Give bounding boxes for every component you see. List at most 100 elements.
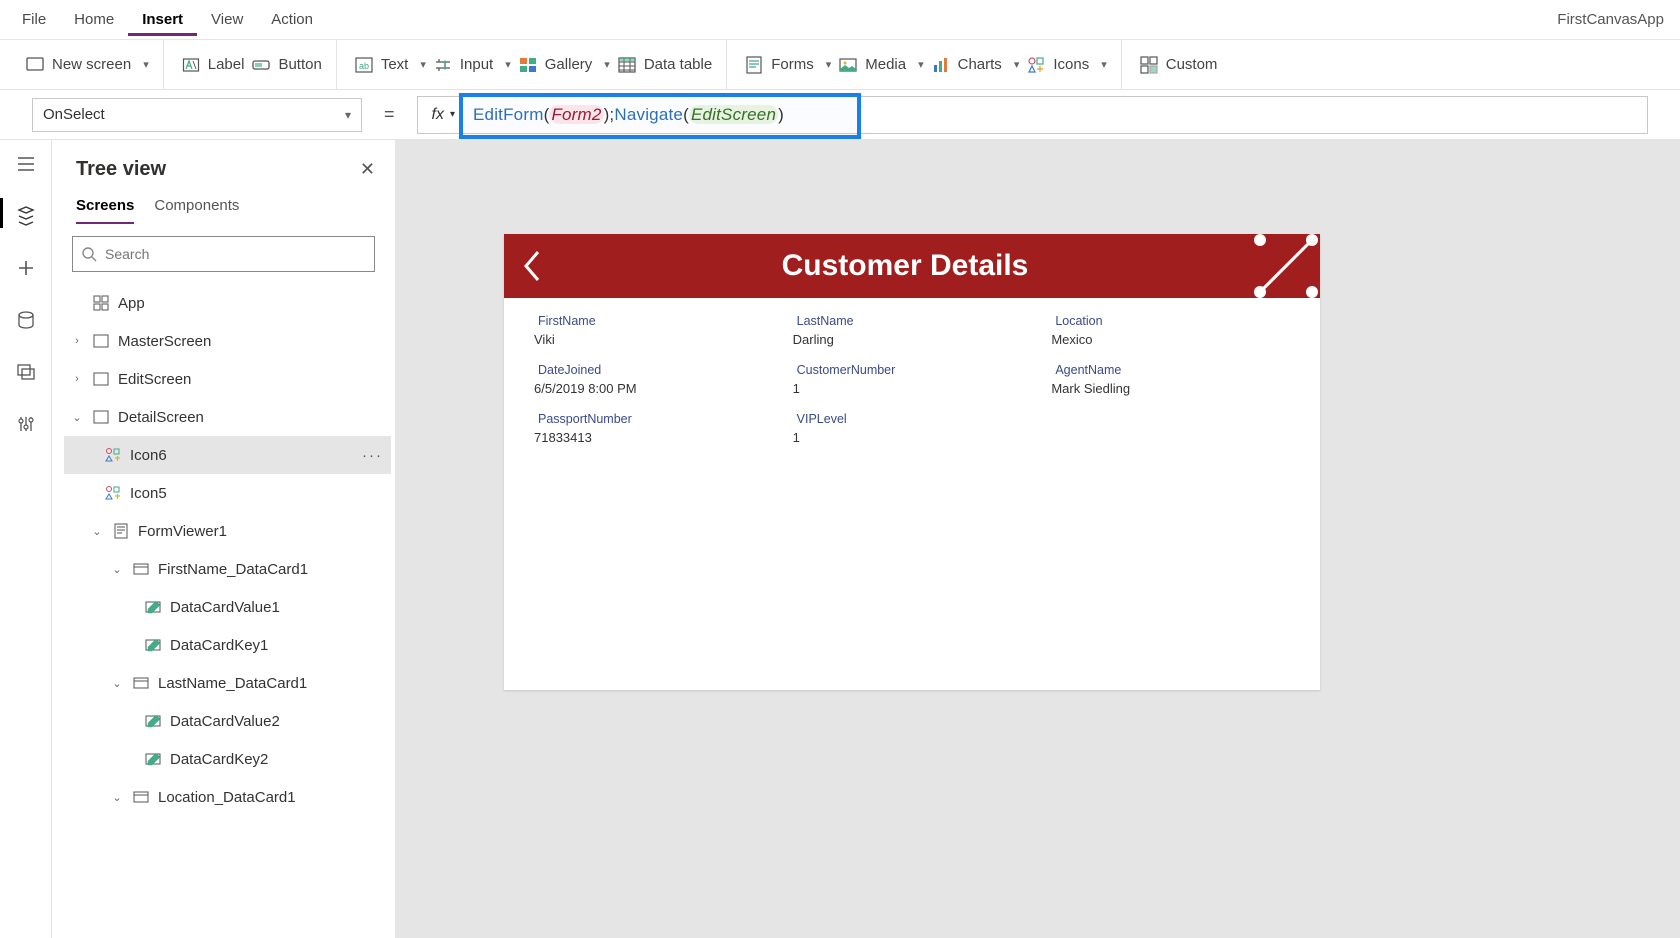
collapse-icon[interactable]: ⌄ bbox=[110, 677, 124, 690]
tree-view-icon[interactable] bbox=[14, 204, 38, 228]
control-icon bbox=[104, 446, 122, 464]
svg-text:ab: ab bbox=[359, 61, 369, 71]
tree-firstname-card[interactable]: ⌄ FirstName_DataCard1 bbox=[64, 550, 391, 588]
property-name: OnSelect bbox=[43, 106, 105, 123]
tree-detail-label: DetailScreen bbox=[118, 409, 204, 426]
collapse-icon[interactable]: ⌄ bbox=[110, 791, 124, 804]
charts-icon bbox=[932, 56, 950, 74]
card-icon bbox=[132, 674, 150, 692]
tree: App › MasterScreen › EditScreen ⌄ Detail… bbox=[52, 284, 395, 938]
app-title: FirstCanvasApp bbox=[1557, 11, 1672, 28]
tree-detailscreen[interactable]: ⌄ DetailScreen bbox=[64, 398, 391, 436]
ribbon-icons[interactable]: Icons ▾ bbox=[1027, 56, 1106, 74]
menu-bar: File Home Insert View Action FirstCanvas… bbox=[0, 0, 1680, 40]
collapse-icon[interactable]: ⌄ bbox=[90, 525, 104, 538]
tree-master-label: MasterScreen bbox=[118, 333, 211, 350]
tree-masterscreen[interactable]: › MasterScreen bbox=[64, 322, 391, 360]
tab-components[interactable]: Components bbox=[154, 191, 239, 224]
tree-dck1[interactable]: DataCardKey1 bbox=[64, 626, 391, 664]
advanced-icon[interactable] bbox=[14, 412, 38, 436]
field-lastname: LastName Darling bbox=[793, 310, 1032, 355]
selection-handles[interactable] bbox=[1256, 236, 1316, 296]
screen-detailscreen[interactable]: Customer Details FirstName Viki LastName bbox=[504, 234, 1320, 690]
header-title: Customer Details bbox=[560, 249, 1250, 283]
value-icon bbox=[144, 712, 162, 730]
field-label: PassportNumber bbox=[534, 408, 773, 428]
tree-formviewer[interactable]: ⌄ FormViewer1 bbox=[64, 512, 391, 550]
tree-dck1-label: DataCardKey1 bbox=[170, 637, 268, 654]
custom-icon bbox=[1140, 56, 1158, 74]
screen-icon bbox=[26, 56, 44, 74]
field-value: Viki bbox=[534, 330, 773, 355]
search-box[interactable] bbox=[72, 236, 375, 272]
chevron-down-icon: ▾ bbox=[604, 58, 610, 71]
ribbon-custom[interactable]: Custom bbox=[1140, 56, 1218, 74]
chevron-down-icon: ▾ bbox=[345, 108, 351, 122]
media-rail-icon[interactable] bbox=[14, 360, 38, 384]
ribbon-datatable[interactable]: Data table bbox=[618, 56, 712, 74]
expand-icon[interactable]: › bbox=[70, 373, 84, 385]
ribbon-gallery[interactable]: Gallery ▾ bbox=[519, 56, 610, 74]
ribbon-charts[interactable]: Charts ▾ bbox=[932, 56, 1020, 74]
label-icon bbox=[182, 56, 200, 74]
field-value: 6/5/2019 8:00 PM bbox=[534, 379, 773, 404]
field-customernumber: CustomerNumber 1 bbox=[793, 359, 1032, 404]
search-input[interactable] bbox=[105, 246, 366, 262]
ribbon-media[interactable]: Media ▾ bbox=[839, 56, 923, 74]
canvas[interactable]: Customer Details FirstName Viki LastName bbox=[396, 140, 1680, 938]
tree-dck2-label: DataCardKey2 bbox=[170, 751, 268, 768]
tree-location-card[interactable]: ⌄ Location_DataCard1 bbox=[64, 778, 391, 816]
menu-home[interactable]: Home bbox=[60, 3, 128, 36]
card-icon bbox=[132, 560, 150, 578]
ribbon-text[interactable]: ab Text ▾ bbox=[355, 56, 426, 74]
tree-editscreen[interactable]: › EditScreen bbox=[64, 360, 391, 398]
ribbon-forms[interactable]: Forms ▾ bbox=[745, 56, 831, 74]
ribbon-button[interactable]: Button bbox=[252, 56, 321, 74]
property-dropdown[interactable]: OnSelect ▾ bbox=[32, 98, 362, 132]
field-label: DateJoined bbox=[534, 359, 773, 379]
ribbon-label[interactable]: Label bbox=[182, 56, 245, 74]
tree-icon6[interactable]: Icon6 ··· bbox=[64, 436, 391, 474]
close-icon[interactable]: ✕ bbox=[360, 159, 375, 180]
tree-app[interactable]: App bbox=[64, 284, 391, 322]
control-icon bbox=[104, 484, 122, 502]
tree-dck2[interactable]: DataCardKey2 bbox=[64, 740, 391, 778]
button-icon bbox=[252, 56, 270, 74]
value-icon bbox=[144, 598, 162, 616]
formula-bar: OnSelect ▾ = fx ▾ EditForm(Form2);Naviga… bbox=[0, 90, 1680, 140]
tree-edit-label: EditScreen bbox=[118, 371, 191, 388]
collapse-icon[interactable]: ⌄ bbox=[70, 411, 84, 424]
ribbon-button-text: Button bbox=[278, 56, 321, 73]
menu-insert[interactable]: Insert bbox=[128, 3, 197, 36]
tree-dcv1[interactable]: DataCardValue1 bbox=[64, 588, 391, 626]
formula-input[interactable]: EditForm(Form2);Navigate(EditScreen) bbox=[465, 103, 788, 127]
formula-input-wrap: fx ▾ EditForm(Form2);Navigate(EditScreen… bbox=[417, 96, 1648, 134]
field-datejoined: DateJoined 6/5/2019 8:00 PM bbox=[534, 359, 773, 404]
collapse-icon[interactable]: ⌄ bbox=[110, 563, 124, 576]
fx-button[interactable]: fx ▾ bbox=[418, 106, 465, 124]
form-icon bbox=[112, 522, 130, 540]
expand-icon[interactable]: › bbox=[70, 335, 84, 347]
menu-action[interactable]: Action bbox=[257, 3, 327, 36]
tab-screens[interactable]: Screens bbox=[76, 191, 134, 224]
ribbon-input[interactable]: Input ▾ bbox=[434, 56, 511, 74]
menu-file[interactable]: File bbox=[8, 3, 60, 36]
tree-icon5[interactable]: Icon5 bbox=[64, 474, 391, 512]
formula-arg1: Form2 bbox=[549, 105, 603, 124]
insert-icon[interactable] bbox=[14, 256, 38, 280]
tree-lastname-card[interactable]: ⌄ LastName_DataCard1 bbox=[64, 664, 391, 702]
field-value: 71833413 bbox=[534, 428, 773, 453]
field-value: Darling bbox=[793, 330, 1032, 355]
field-location: Location Mexico bbox=[1051, 310, 1290, 355]
back-icon[interactable] bbox=[504, 246, 560, 286]
tree-dcv2[interactable]: DataCardValue2 bbox=[64, 702, 391, 740]
chevron-down-icon: ▾ bbox=[143, 58, 149, 71]
ribbon-datatable-label: Data table bbox=[644, 56, 712, 73]
ribbon-new-screen[interactable]: New screen ▾ bbox=[26, 56, 149, 74]
menu-view[interactable]: View bbox=[197, 3, 257, 36]
header-bar: Customer Details bbox=[504, 234, 1320, 298]
hamburger-icon[interactable] bbox=[14, 152, 38, 176]
data-icon[interactable] bbox=[14, 308, 38, 332]
field-value: 1 bbox=[793, 428, 1032, 453]
more-icon[interactable]: ··· bbox=[362, 447, 383, 464]
